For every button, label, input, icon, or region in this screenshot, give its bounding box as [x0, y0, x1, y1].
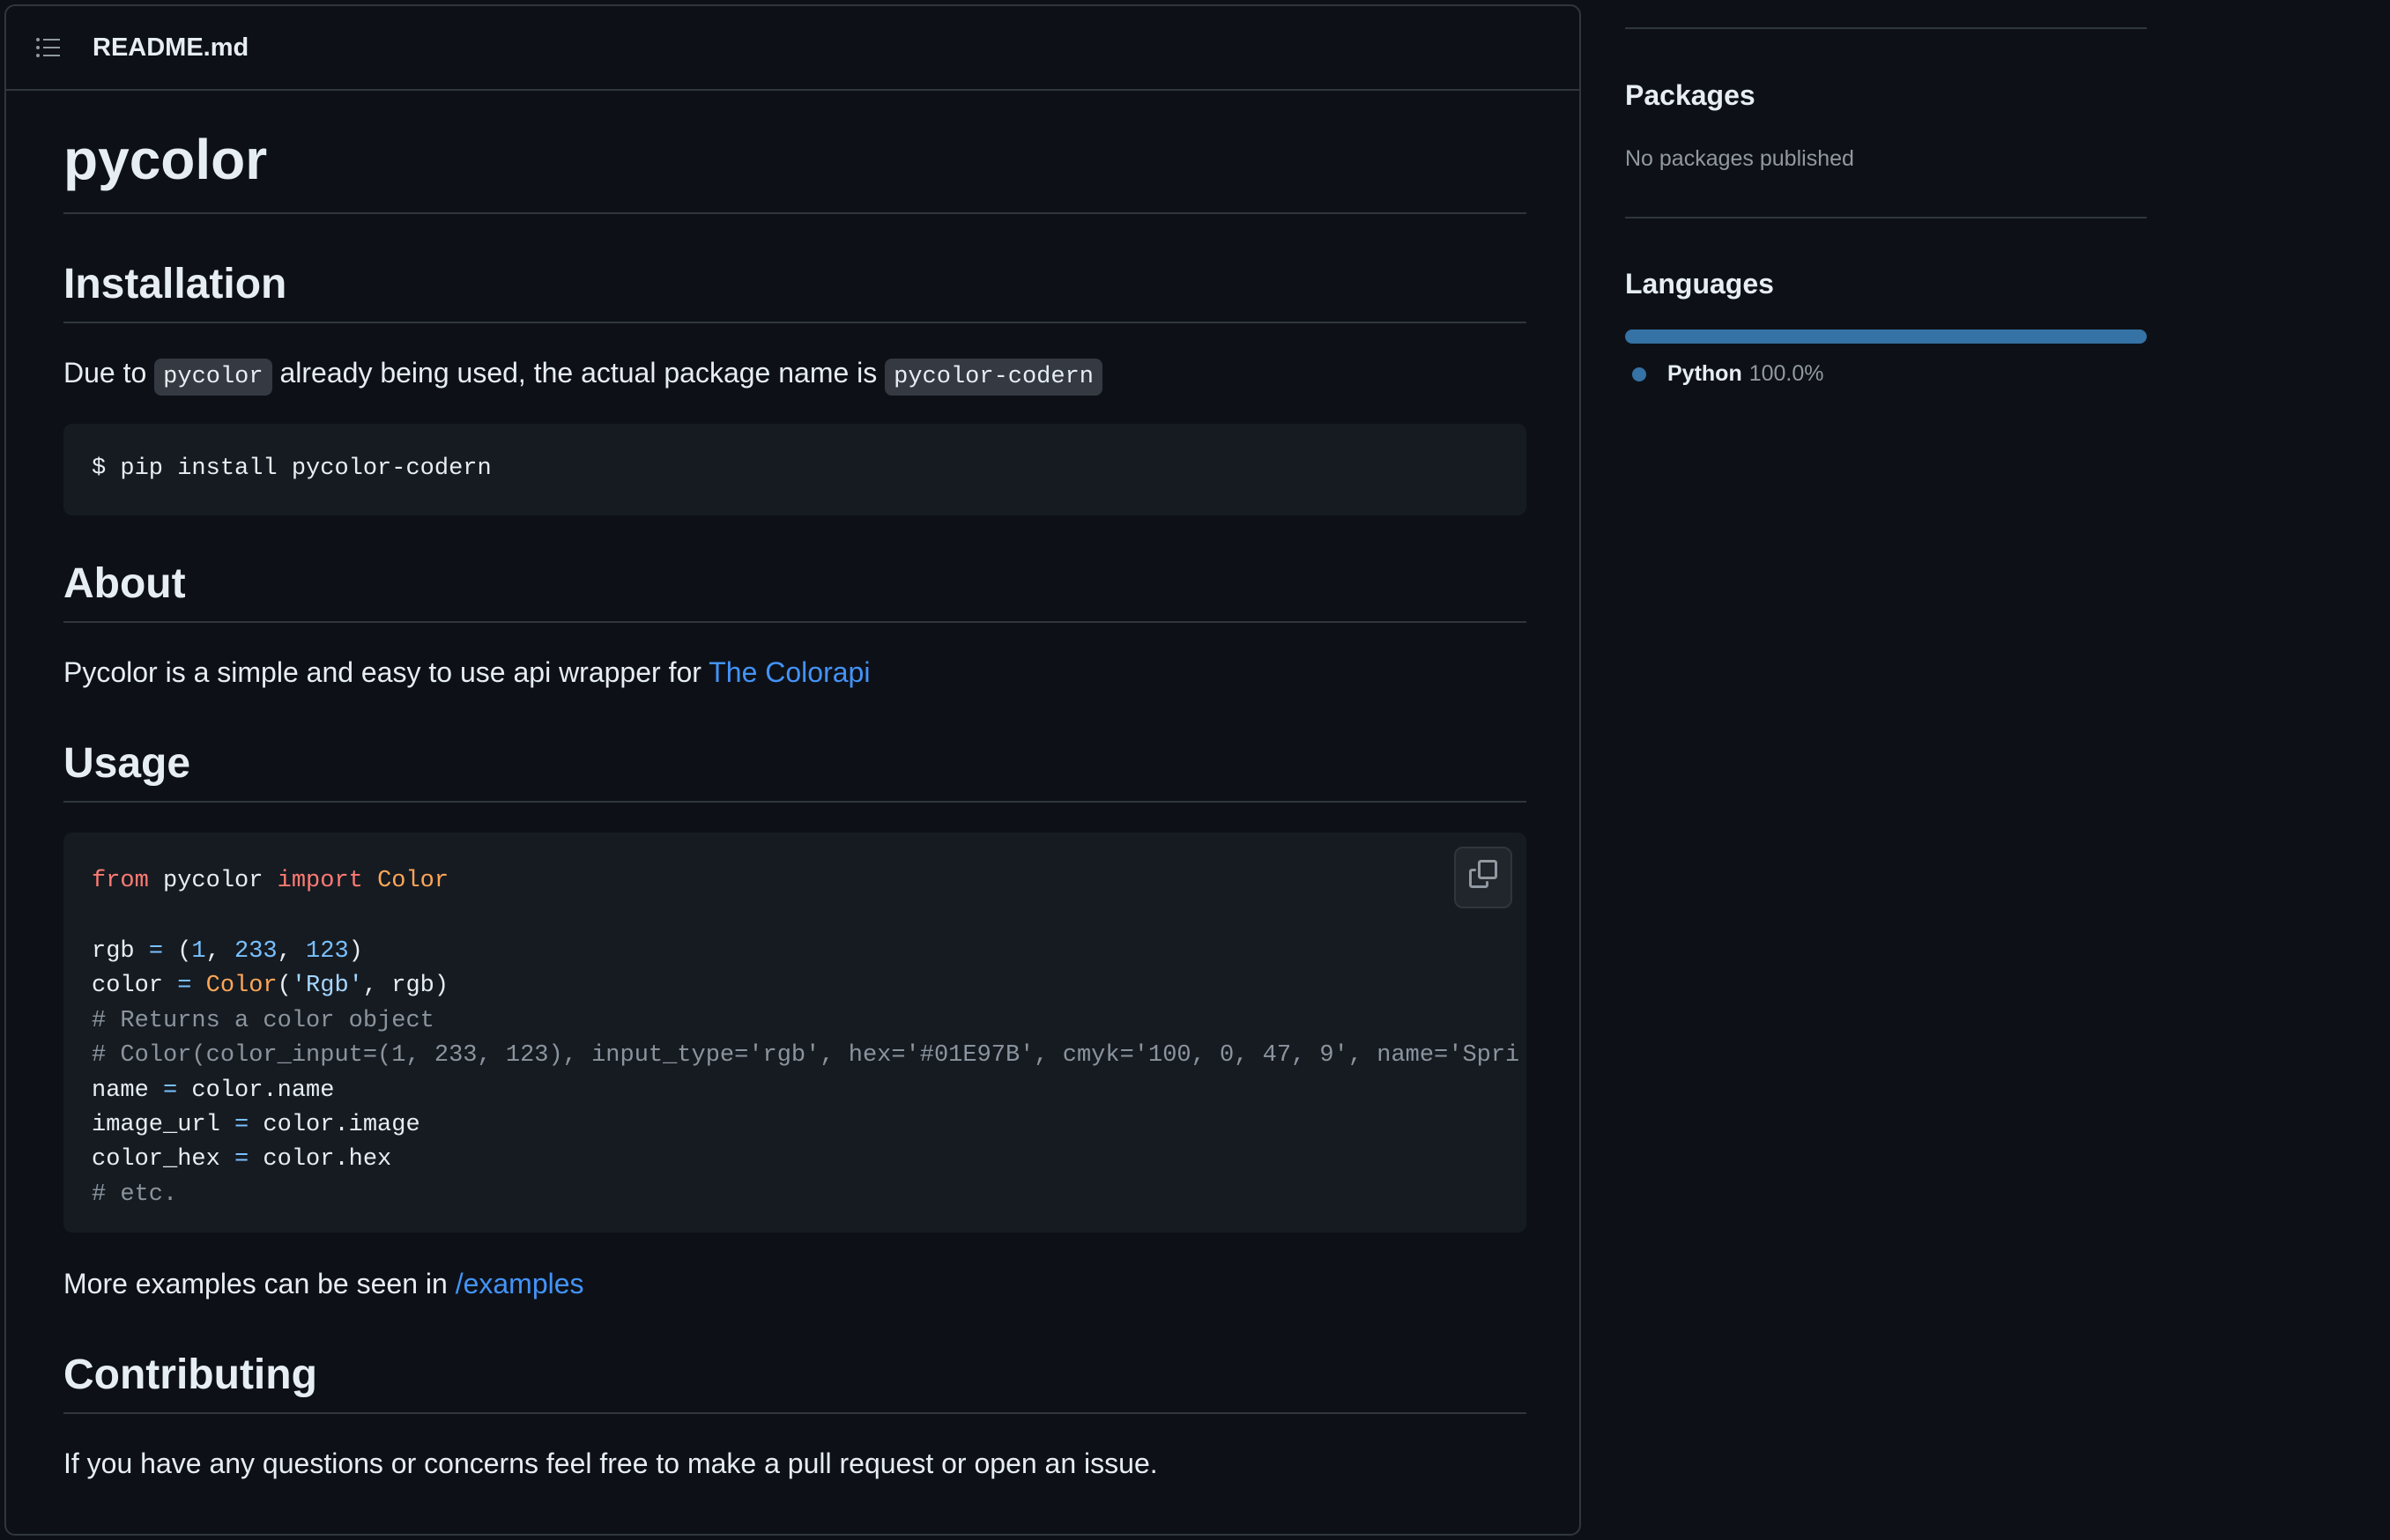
code-token: ( [277, 973, 292, 999]
install-command: $ pip install pycolor-codern [92, 455, 492, 482]
usage-divider [63, 801, 1526, 803]
code-token: , rgb) [362, 973, 449, 999]
about-text: Pycolor is a simple and easy to use api … [63, 658, 870, 686]
code-token: Color [205, 973, 278, 999]
outline-list-icon[interactable] [34, 34, 61, 61]
language-percent: 100.0% [1748, 361, 1824, 386]
code-token: = [177, 973, 192, 999]
installation-heading: Installation [63, 261, 287, 307]
code-token: image_url [92, 1112, 235, 1138]
contributing-text: If you have any questions or concerns fe… [63, 1447, 1158, 1479]
code-token: Color [377, 868, 449, 894]
installation-text-before: Due to [63, 357, 155, 389]
code-token: 'Rgb' [291, 973, 363, 999]
installation-divider [63, 322, 1526, 323]
code-token: color.hex [249, 1146, 392, 1173]
code-token: = [148, 938, 164, 965]
code-token: pycolor [148, 868, 278, 894]
code-token: from [92, 868, 149, 894]
copy-button[interactable] [1454, 847, 1512, 908]
language-item-python[interactable]: Python 100.0% [1632, 363, 1824, 385]
code-line: rgb = (1, 233, 123) [92, 940, 363, 964]
colorapi-link[interactable]: The Colorapi [709, 656, 870, 688]
examples-link[interactable]: /examples [456, 1268, 584, 1299]
code-token: = [163, 1077, 178, 1104]
code-token: ( [163, 938, 192, 965]
language-bar [1625, 329, 2147, 344]
about-divider [63, 621, 1526, 623]
code-token: color.name [177, 1077, 335, 1104]
sidebar-divider [1625, 27, 2147, 29]
usage-code-block[interactable]: from pycolor import Color rgb = (1, 233,… [63, 833, 1526, 1233]
inline-code-pycolor: pycolor [154, 359, 272, 396]
code-line: color = Color('Rgb', rgb) [92, 974, 449, 998]
installation-text-middle: already being used, the actual package n… [271, 357, 886, 389]
code-line: # Returns a color object [92, 1008, 434, 1034]
about-text-body: Pycolor is a simple and easy to use api … [63, 656, 709, 688]
code-token: = [234, 1146, 249, 1173]
readme-panel: README.md pycolor Installation Due to py… [4, 4, 1581, 1536]
code-line: # etc. [92, 1181, 178, 1208]
code-token: color_hex [92, 1146, 235, 1173]
code-token: , [277, 938, 307, 965]
code-token: rgb [92, 938, 149, 965]
usage-heading: Usage [63, 740, 191, 787]
packages-status: No packages published [1625, 146, 1854, 171]
code-token: 123 [306, 938, 349, 965]
code-line: name = color.name [92, 1079, 334, 1103]
languages-heading: Languages [1625, 268, 1774, 300]
code-line: # Color(color_input=(1, 233, 123), input… [92, 1042, 1520, 1069]
code-line: color_hex = color.hex [92, 1148, 391, 1172]
language-dot-icon [1632, 366, 1646, 381]
code-token: , [205, 938, 235, 965]
code-token: 233 [234, 938, 278, 965]
code-token: color.image [249, 1112, 420, 1138]
inline-code-package: pycolor-codern [885, 359, 1102, 396]
contributing-divider [63, 1412, 1526, 1414]
page-title: pycolor [63, 128, 268, 191]
readme-filename[interactable]: README.md [93, 33, 249, 63]
contributing-heading: Contributing [63, 1351, 317, 1398]
code-token: name [92, 1077, 164, 1104]
install-code-block[interactable]: $ pip install pycolor-codern [63, 424, 1526, 515]
packages-heading[interactable]: Packages [1625, 81, 1755, 109]
about-heading: About [63, 560, 186, 607]
readme-header: README.md [6, 6, 1579, 91]
code-token: 1 [191, 938, 206, 965]
code-token: color [92, 973, 178, 999]
code-line: from pycolor import Color [92, 870, 449, 893]
installation-text: Due to pycolor already being used, the a… [63, 357, 1102, 396]
title-divider [63, 212, 1526, 214]
more-examples-body: More examples can be seen in [63, 1268, 456, 1299]
copy-icon [1469, 859, 1497, 896]
code-token: = [234, 1112, 249, 1138]
code-token: ) [348, 938, 363, 965]
code-token: import [277, 868, 363, 894]
code-line: image_url = color.image [92, 1114, 420, 1137]
language-name: Python [1667, 361, 1742, 386]
more-examples-text: More examples can be seen in /examples [63, 1270, 584, 1298]
sidebar-divider [1625, 217, 2147, 218]
